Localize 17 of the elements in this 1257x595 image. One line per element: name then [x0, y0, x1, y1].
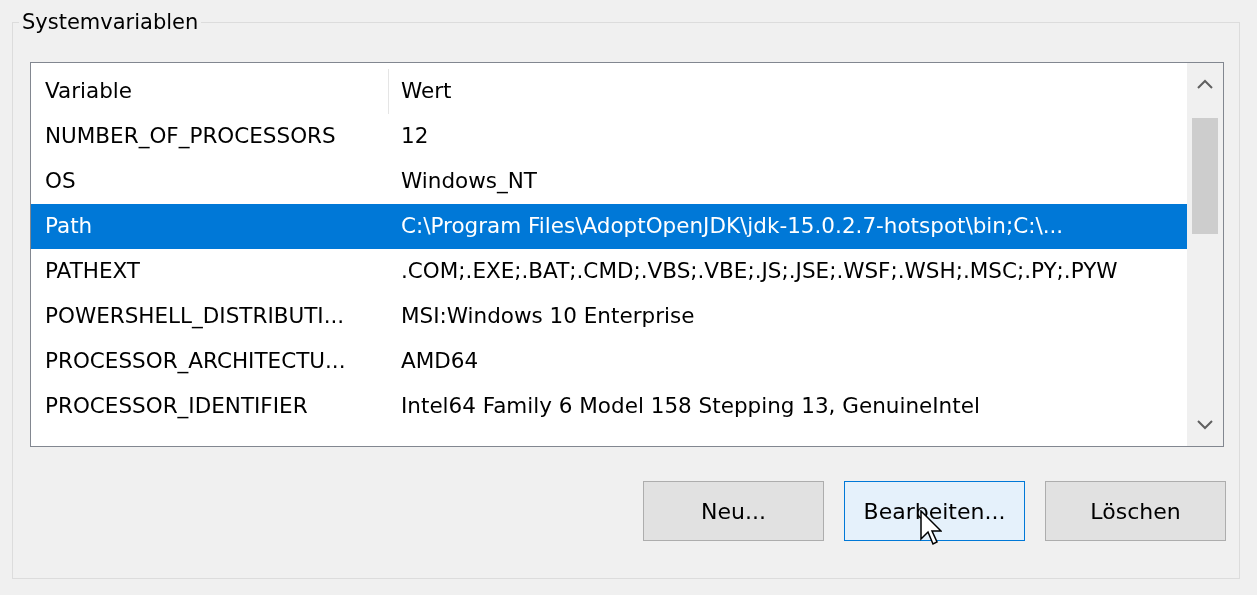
variable-row[interactable]: PROCESSOR_ARCHITECTU... AMD64: [31, 339, 1187, 384]
variable-row[interactable]: POWERSHELL_DISTRIBUTI... MSI:Windows 10 Enterprise: [31, 294, 1187, 339]
scroll-up-icon[interactable]: [1197, 79, 1213, 89]
dialog-button[interactable]: Bearbeiten...: [844, 481, 1025, 541]
scrollbar[interactable]: [1187, 63, 1223, 446]
dialog-button[interactable]: Neu...: [643, 481, 824, 541]
scroll-thumb[interactable]: [1192, 118, 1218, 234]
scroll-down-icon[interactable]: [1197, 420, 1213, 430]
dialog-button[interactable]: Löschen: [1045, 481, 1226, 541]
variable-row[interactable]: OS Windows_NT: [31, 159, 1187, 204]
variable-row[interactable]: PATHEXT .COM;.EXE;.BAT;.CMD;.VBS;.VBE;.JS;.JSE;.WSF;.WSH;.MSC;.PY;.PYW: [31, 249, 1187, 294]
column-header[interactable]: Wert: [389, 69, 1187, 114]
variable-row[interactable]: Path C:\Program Files\AdoptOpenJDK\jdk-15.0.2.7-hotspot\bin;C:\...: [31, 204, 1187, 249]
variables-list[interactable]: [30, 62, 1224, 447]
variable-row[interactable]: PROCESSOR_IDENTIFIER Intel64 Family 6 Model 158 Stepping 13, GenuineIntel: [31, 384, 1187, 429]
column-header[interactable]: Variable: [31, 69, 389, 114]
variable-row[interactable]: NUMBER_OF_PROCESSORS 12: [31, 114, 1187, 159]
